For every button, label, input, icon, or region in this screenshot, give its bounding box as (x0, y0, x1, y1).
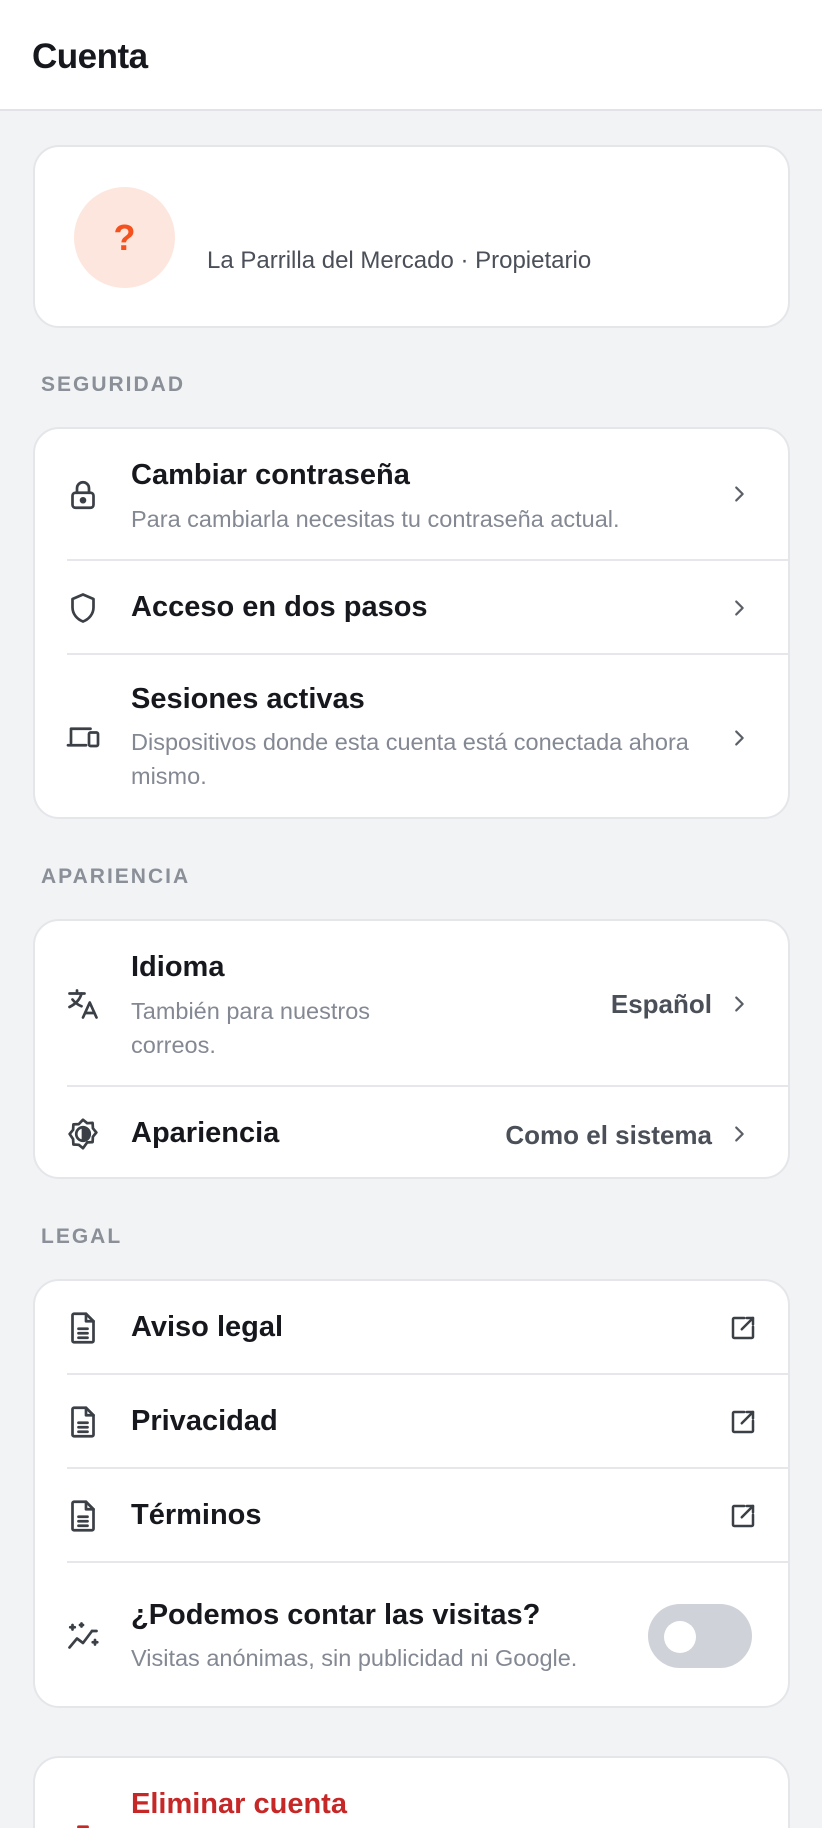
document-icon (65, 1404, 101, 1440)
language-row[interactable]: Idioma También para nuestros correos. Es… (35, 921, 788, 1087)
avatar-glyph: ? (113, 216, 136, 258)
profile-subtitle: La Parrilla del Mercado · Propietario (207, 247, 592, 274)
row-title: Acceso en dos pasos (131, 591, 428, 623)
lock-icon (65, 477, 101, 513)
external-link-icon (731, 1316, 755, 1340)
legal-notice-row[interactable]: Aviso legal (35, 1281, 788, 1375)
toggle-knob (664, 1621, 696, 1653)
analytics-row: ¿Podemos contar las visitas? Visitas anó… (35, 1563, 788, 1706)
row-title: Apariencia (131, 1117, 280, 1149)
brightness-icon (65, 1116, 101, 1152)
trash-icon (77, 1825, 89, 1828)
row-title: Cambiar contraseña (131, 459, 410, 491)
app-header: Cuenta (0, 0, 822, 111)
change-password-row[interactable]: Cambiar contraseña Para cambiarla necesi… (35, 429, 788, 561)
row-title: Sesiones activas (131, 683, 365, 715)
two-step-row[interactable]: Acceso en dos pasos (35, 561, 788, 655)
security-card: Cambiar contraseña Para cambiarla necesi… (33, 427, 790, 819)
row-title: ¿Podemos contar las visitas? (131, 1599, 541, 1631)
row-description: Dispositivos donde esta cuenta está cone… (131, 729, 689, 789)
row-title: Aviso legal (131, 1311, 284, 1343)
analytics-icon (65, 1619, 101, 1655)
document-icon (65, 1310, 101, 1346)
privacy-row[interactable]: Privacidad (35, 1375, 788, 1469)
delete-account-label: Eliminar cuenta (131, 1788, 347, 1820)
row-description: Visitas anónimas, sin publicidad ni Goog… (131, 1645, 578, 1671)
row-title: Idioma (131, 951, 225, 983)
document-icon (65, 1498, 101, 1534)
active-sessions-row[interactable]: Sesiones activas Dispositivos donde esta… (35, 655, 788, 817)
section-label-appearance: APARIENCIA (41, 865, 191, 888)
devices-icon (65, 719, 101, 755)
appearance-value: Como el sistema (505, 1120, 712, 1150)
profile-card[interactable]: ? La Parrilla del Mercado · Propietario (33, 145, 790, 328)
page-title: Cuenta (32, 37, 148, 76)
delete-account-card[interactable]: Eliminar cuenta (33, 1756, 790, 1828)
shield-icon (65, 590, 101, 626)
chevron-right-icon (735, 1126, 744, 1142)
chevron-right-icon (735, 996, 744, 1012)
chevron-right-icon (735, 486, 744, 502)
translate-icon (65, 986, 101, 1022)
row-description: También para nuestros correos. (131, 998, 371, 1058)
appearance-card: Idioma También para nuestros correos. Es… (33, 919, 790, 1179)
legal-card: Aviso legal Privacidad Términos ¿Podemos (33, 1279, 790, 1708)
section-label-legal: LEGAL (41, 1225, 123, 1248)
chevron-right-icon (735, 730, 744, 746)
analytics-toggle[interactable] (648, 1604, 752, 1668)
external-link-icon (731, 1410, 755, 1434)
section-label-security: SEGURIDAD (41, 373, 186, 396)
row-description: Para cambiarla necesitas tu contraseña a… (131, 506, 620, 532)
appearance-row[interactable]: Apariencia Como el sistema (35, 1087, 788, 1177)
chevron-right-icon (735, 600, 744, 616)
row-title: Términos (131, 1499, 262, 1531)
terms-row[interactable]: Términos (35, 1469, 788, 1563)
language-value: Español (610, 989, 712, 1019)
row-title: Privacidad (131, 1405, 278, 1437)
external-link-icon (731, 1504, 755, 1528)
avatar[interactable]: ? (74, 187, 175, 288)
